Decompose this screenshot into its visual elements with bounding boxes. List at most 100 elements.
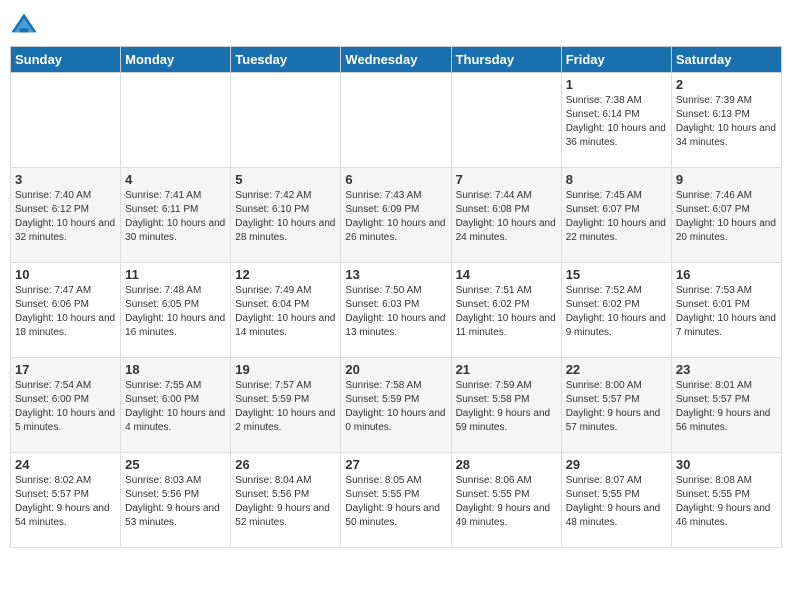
- day-info: Sunrise: 7:51 AM Sunset: 6:02 PM Dayligh…: [456, 284, 557, 340]
- calendar-cell: 5 Sunrise: 7:42 AM Sunset: 6:10 PM Daylig…: [231, 168, 341, 263]
- day-info: Sunrise: 7:55 AM Sunset: 6:00 PM Dayligh…: [125, 379, 226, 435]
- calendar-cell: 28Sunrise: 8:06 AM Sunset: 5:55 PM Dayli…: [451, 453, 561, 548]
- day-info: Sunrise: 8:02 AM Sunset: 5:57 PM Dayligh…: [15, 474, 116, 530]
- weekday-header: Thursday: [451, 47, 561, 73]
- calendar-cell: 7 Sunrise: 7:44 AM Sunset: 6:08 PM Daylig…: [451, 168, 561, 263]
- weekday-header-row: SundayMondayTuesdayWednesdayThursdayFrid…: [11, 47, 782, 73]
- day-info: Sunrise: 7:54 AM Sunset: 6:00 PM Dayligh…: [15, 379, 116, 435]
- day-number: 23: [676, 362, 777, 377]
- calendar-cell: 8 Sunrise: 7:45 AM Sunset: 6:07 PM Daylig…: [561, 168, 671, 263]
- day-number: 25: [125, 457, 226, 472]
- calendar-cell: 20 Sunrise: 7:58 AM Sunset: 5:59 PM Dayli…: [341, 358, 451, 453]
- weekday-header: Monday: [121, 47, 231, 73]
- day-number: 17: [15, 362, 116, 377]
- day-number: 2: [676, 77, 777, 92]
- calendar-cell: 26 Sunrise: 8:04 AM Sunset: 5:56 PM Dayli…: [231, 453, 341, 548]
- day-info: Sunrise: 7:46 AM Sunset: 6:07 PM Dayligh…: [676, 189, 777, 245]
- day-info: Sunrise: 7:52 AM Sunset: 6:02 PM Dayligh…: [566, 284, 667, 340]
- day-number: 3: [15, 172, 116, 187]
- logo: [10, 10, 42, 38]
- calendar-cell: 1 Sunrise: 7:38 AM Sunset: 6:14 PM Daylig…: [561, 73, 671, 168]
- day-info: Sunrise: 7:57 AM Sunset: 5:59 PM Dayligh…: [235, 379, 336, 435]
- calendar-table: SundayMondayTuesdayWednesdayThursdayFrid…: [10, 46, 782, 548]
- day-info: Sunrise: 8:01 AM Sunset: 5:57 PM Dayligh…: [676, 379, 777, 435]
- calendar-cell: [341, 73, 451, 168]
- calendar-cell: 11 Sunrise: 7:48 AM Sunset: 6:05 PM Dayli…: [121, 263, 231, 358]
- calendar-week-row: 1 Sunrise: 7:38 AM Sunset: 6:14 PM Daylig…: [11, 73, 782, 168]
- calendar-cell: 4 Sunrise: 7:41 AM Sunset: 6:11 PM Daylig…: [121, 168, 231, 263]
- calendar-cell: 24 Sunrise: 8:02 AM Sunset: 5:57 PM Dayli…: [11, 453, 121, 548]
- day-number: 18: [125, 362, 226, 377]
- day-number: 13: [345, 267, 446, 282]
- day-number: 6: [345, 172, 446, 187]
- calendar-cell: 12 Sunrise: 7:49 AM Sunset: 6:04 PM Dayli…: [231, 263, 341, 358]
- day-info: Sunrise: 7:44 AM Sunset: 6:08 PM Dayligh…: [456, 189, 557, 245]
- calendar-cell: 21Sunrise: 7:59 AM Sunset: 5:58 PM Dayli…: [451, 358, 561, 453]
- day-info: Sunrise: 7:42 AM Sunset: 6:10 PM Dayligh…: [235, 189, 336, 245]
- day-info: Sunrise: 8:08 AM Sunset: 5:55 PM Dayligh…: [676, 474, 777, 530]
- day-number: 10: [15, 267, 116, 282]
- day-info: Sunrise: 8:06 AM Sunset: 5:55 PM Dayligh…: [456, 474, 557, 530]
- calendar-cell: 9 Sunrise: 7:46 AM Sunset: 6:07 PM Daylig…: [671, 168, 781, 263]
- day-number: 30: [676, 457, 777, 472]
- day-info: Sunrise: 7:48 AM Sunset: 6:05 PM Dayligh…: [125, 284, 226, 340]
- weekday-header: Friday: [561, 47, 671, 73]
- calendar-cell: 19 Sunrise: 7:57 AM Sunset: 5:59 PM Dayli…: [231, 358, 341, 453]
- day-info: Sunrise: 8:03 AM Sunset: 5:56 PM Dayligh…: [125, 474, 226, 530]
- day-info: Sunrise: 7:58 AM Sunset: 5:59 PM Dayligh…: [345, 379, 446, 435]
- day-number: 16: [676, 267, 777, 282]
- calendar-cell: 10 Sunrise: 7:47 AM Sunset: 6:06 PM Dayli…: [11, 263, 121, 358]
- day-info: Sunrise: 8:05 AM Sunset: 5:55 PM Dayligh…: [345, 474, 446, 530]
- day-number: 8: [566, 172, 667, 187]
- day-info: Sunrise: 7:38 AM Sunset: 6:14 PM Dayligh…: [566, 94, 667, 150]
- day-info: Sunrise: 7:47 AM Sunset: 6:06 PM Dayligh…: [15, 284, 116, 340]
- calendar-cell: 16 Sunrise: 7:53 AM Sunset: 6:01 PM Dayli…: [671, 263, 781, 358]
- day-info: Sunrise: 7:49 AM Sunset: 6:04 PM Dayligh…: [235, 284, 336, 340]
- day-number: 4: [125, 172, 226, 187]
- calendar-cell: 18 Sunrise: 7:55 AM Sunset: 6:00 PM Dayli…: [121, 358, 231, 453]
- weekday-header: Saturday: [671, 47, 781, 73]
- day-number: 15: [566, 267, 667, 282]
- day-number: 11: [125, 267, 226, 282]
- day-number: 14: [456, 267, 557, 282]
- day-info: Sunrise: 8:04 AM Sunset: 5:56 PM Dayligh…: [235, 474, 336, 530]
- day-info: Sunrise: 7:45 AM Sunset: 6:07 PM Dayligh…: [566, 189, 667, 245]
- calendar-cell: 2 Sunrise: 7:39 AM Sunset: 6:13 PM Daylig…: [671, 73, 781, 168]
- day-number: 9: [676, 172, 777, 187]
- day-number: 1: [566, 77, 667, 92]
- day-number: 7: [456, 172, 557, 187]
- day-info: Sunrise: 8:07 AM Sunset: 5:55 PM Dayligh…: [566, 474, 667, 530]
- day-number: 24: [15, 457, 116, 472]
- day-number: 5: [235, 172, 336, 187]
- calendar-week-row: 10 Sunrise: 7:47 AM Sunset: 6:06 PM Dayli…: [11, 263, 782, 358]
- calendar-cell: 23 Sunrise: 8:01 AM Sunset: 5:57 PM Dayli…: [671, 358, 781, 453]
- calendar-cell: 30 Sunrise: 8:08 AM Sunset: 5:55 PM Dayli…: [671, 453, 781, 548]
- day-info: Sunrise: 7:59 AM Sunset: 5:58 PM Dayligh…: [456, 379, 557, 435]
- page-header: [10, 10, 782, 38]
- calendar-cell: [121, 73, 231, 168]
- calendar-cell: [231, 73, 341, 168]
- calendar-week-row: 24 Sunrise: 8:02 AM Sunset: 5:57 PM Dayli…: [11, 453, 782, 548]
- day-number: 29: [566, 457, 667, 472]
- day-number: 12: [235, 267, 336, 282]
- calendar-cell: 15 Sunrise: 7:52 AM Sunset: 6:02 PM Dayli…: [561, 263, 671, 358]
- day-number: 26: [235, 457, 336, 472]
- calendar-cell: 25 Sunrise: 8:03 AM Sunset: 5:56 PM Dayli…: [121, 453, 231, 548]
- day-info: Sunrise: 7:53 AM Sunset: 6:01 PM Dayligh…: [676, 284, 777, 340]
- day-info: Sunrise: 7:43 AM Sunset: 6:09 PM Dayligh…: [345, 189, 446, 245]
- calendar-cell: 6 Sunrise: 7:43 AM Sunset: 6:09 PM Daylig…: [341, 168, 451, 263]
- day-number: 22: [566, 362, 667, 377]
- day-info: Sunrise: 7:41 AM Sunset: 6:11 PM Dayligh…: [125, 189, 226, 245]
- calendar-cell: 22 Sunrise: 8:00 AM Sunset: 5:57 PM Dayli…: [561, 358, 671, 453]
- day-info: Sunrise: 8:00 AM Sunset: 5:57 PM Dayligh…: [566, 379, 667, 435]
- calendar-cell: [451, 73, 561, 168]
- day-number: 19: [235, 362, 336, 377]
- logo-icon: [10, 10, 38, 38]
- calendar-cell: 3Sunrise: 7:40 AM Sunset: 6:12 PM Daylig…: [11, 168, 121, 263]
- calendar-cell: 29 Sunrise: 8:07 AM Sunset: 5:55 PM Dayli…: [561, 453, 671, 548]
- weekday-header: Sunday: [11, 47, 121, 73]
- calendar-week-row: 3Sunrise: 7:40 AM Sunset: 6:12 PM Daylig…: [11, 168, 782, 263]
- day-number: 20: [345, 362, 446, 377]
- calendar-cell: 14 Sunrise: 7:51 AM Sunset: 6:02 PM Dayli…: [451, 263, 561, 358]
- day-info: Sunrise: 7:39 AM Sunset: 6:13 PM Dayligh…: [676, 94, 777, 150]
